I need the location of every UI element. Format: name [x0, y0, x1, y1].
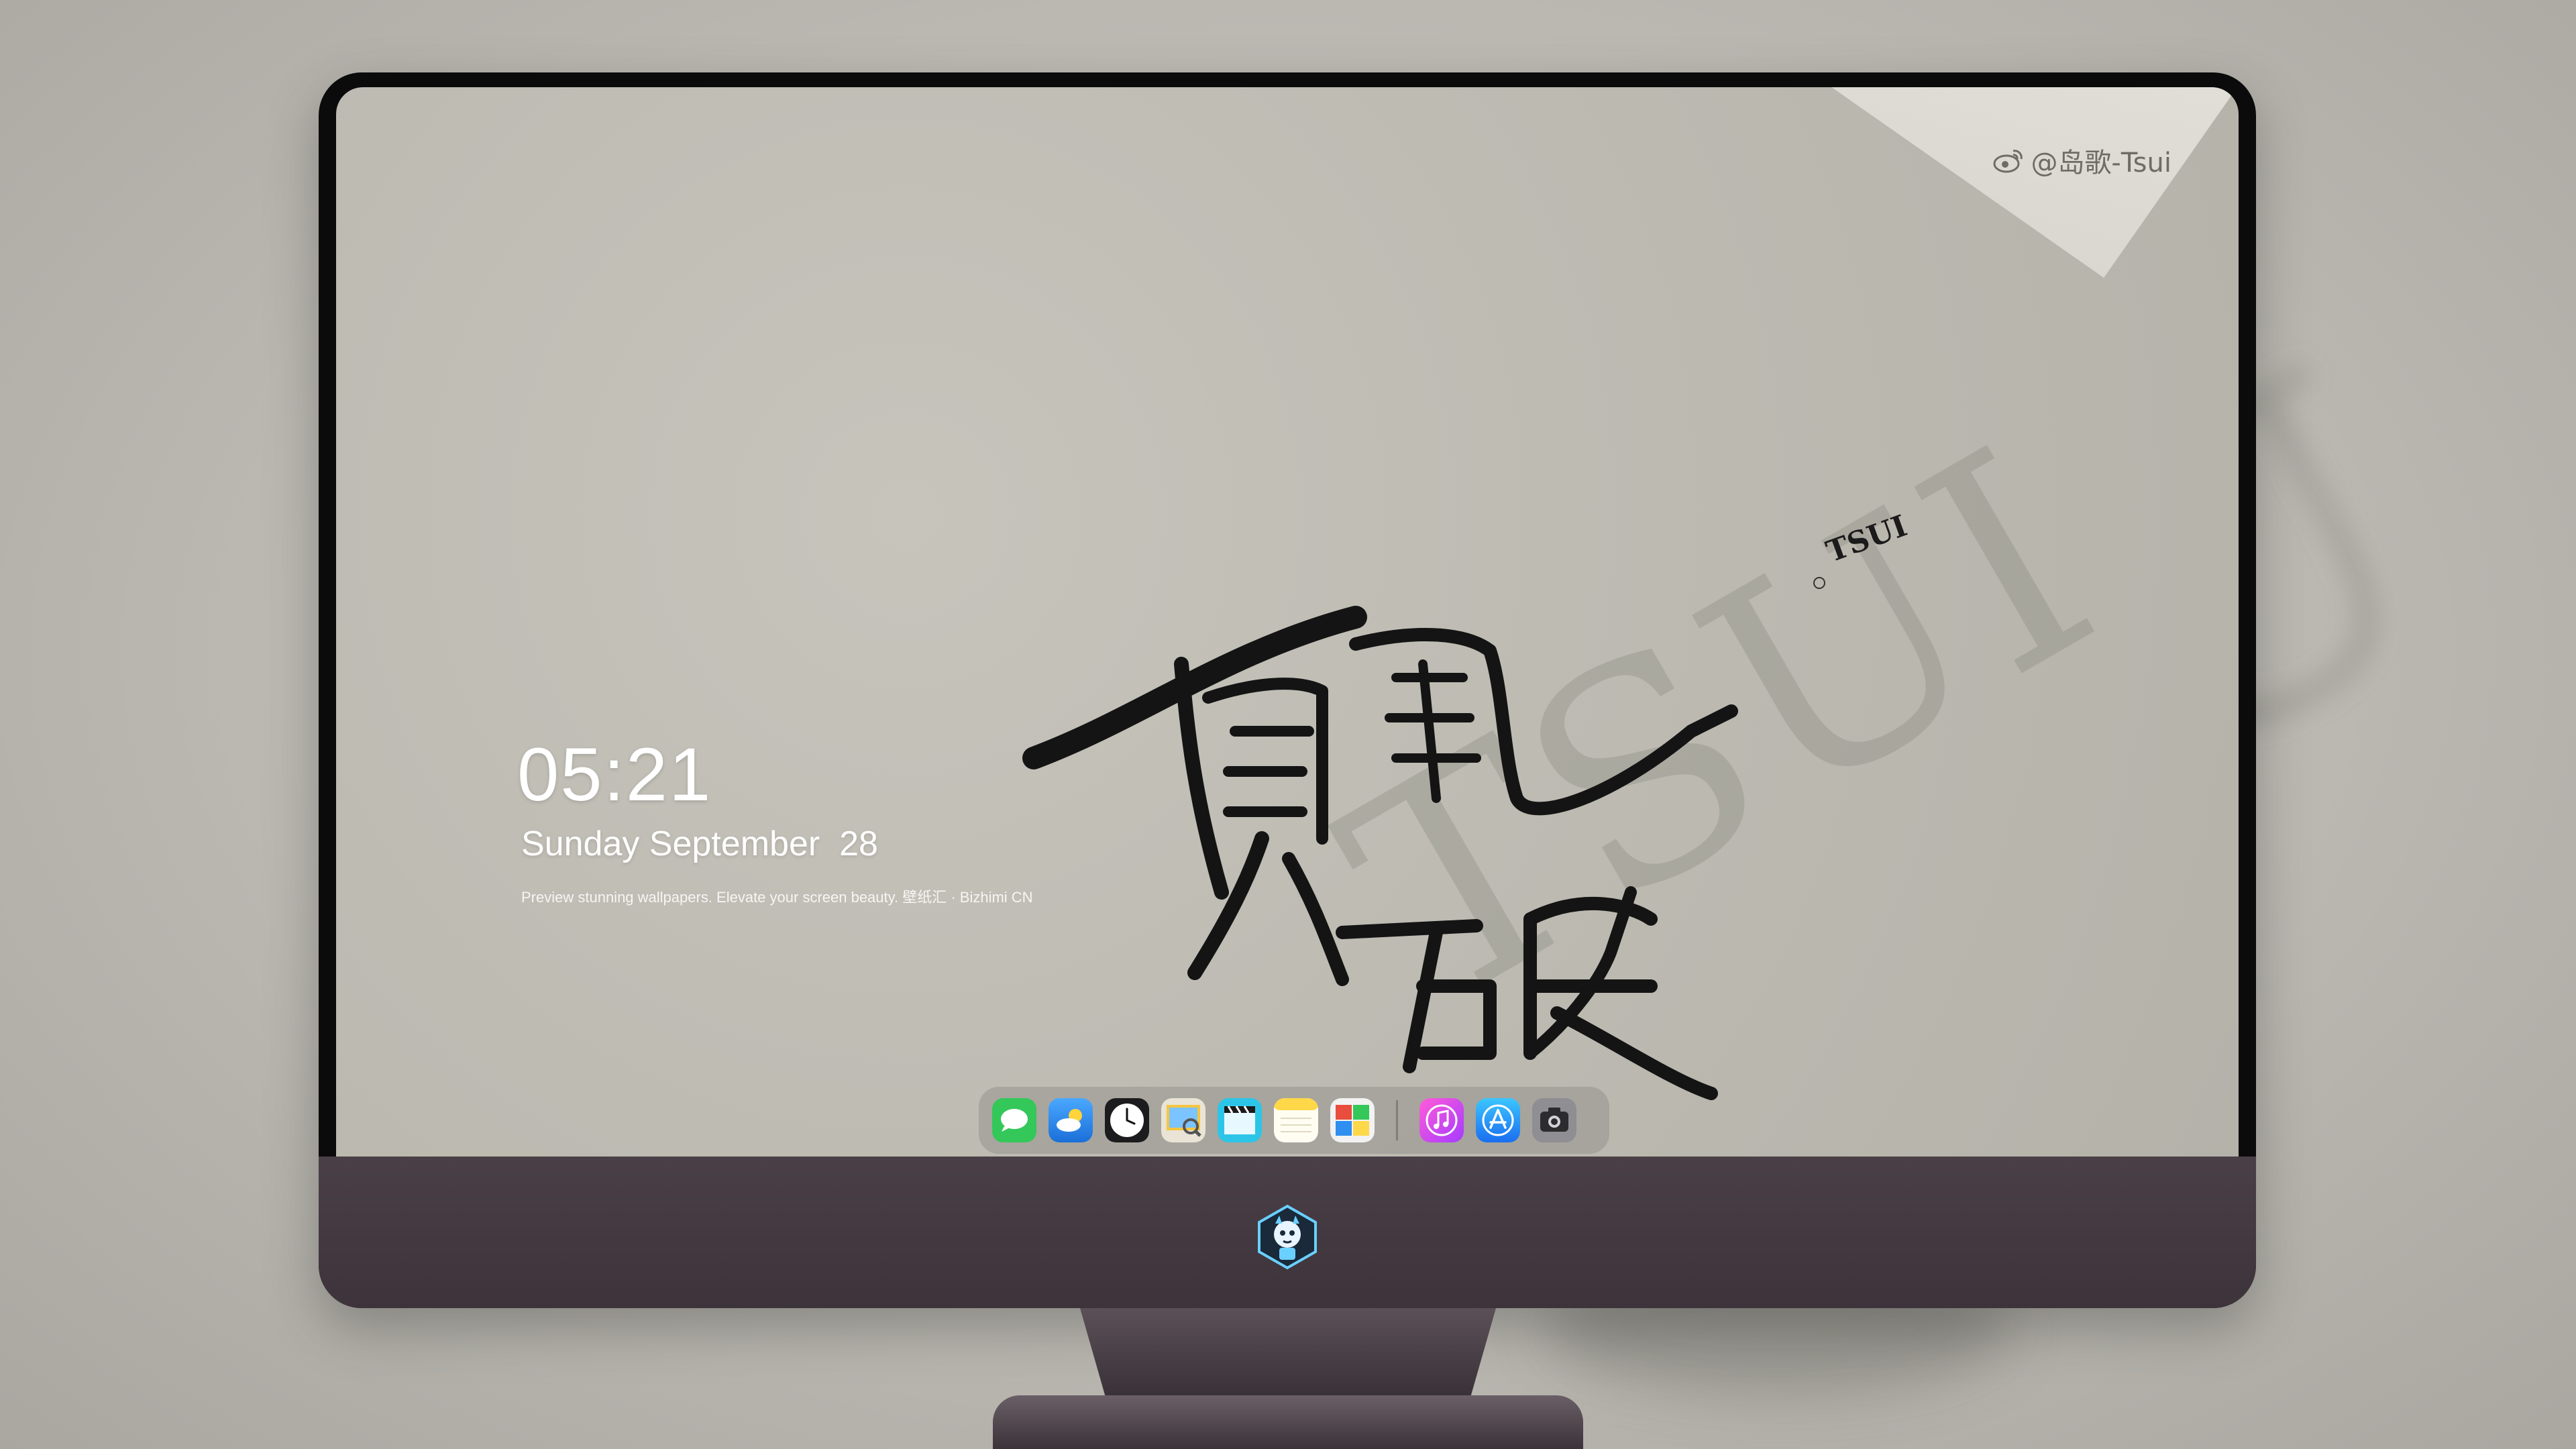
mascot-logo-icon: [1258, 1204, 1317, 1270]
lock-clock: 05:21: [517, 733, 712, 816]
preview-icon[interactable]: [1161, 1098, 1205, 1142]
app-store-icon[interactable]: [1476, 1098, 1520, 1142]
weibo-credit: @岛歌-Tsui: [1993, 141, 2171, 180]
dock-separator: [1396, 1100, 1398, 1140]
clock-icon[interactable]: [1105, 1098, 1149, 1142]
lock-screen: TSUI @岛歌-Tsui TSUI 05:21 Sunday Septembe…: [336, 87, 2239, 1157]
calligraphy-artwork: [1022, 606, 1738, 1100]
monitor-stand-neck: [1080, 1308, 1496, 1395]
weibo-handle-text: @岛歌-Tsui: [2031, 148, 2171, 178]
monitor: TSUI @岛歌-Tsui TSUI 05:21 Sunday Septembe…: [319, 72, 2256, 1308]
photo-booth-icon[interactable]: [1330, 1098, 1375, 1142]
weibo-icon: [1993, 150, 2023, 173]
notes-icon[interactable]: [1274, 1098, 1318, 1142]
final-cut-icon[interactable]: [1218, 1098, 1262, 1142]
paper-corner: [1794, 87, 2239, 278]
camera-icon[interactable]: [1532, 1098, 1576, 1142]
monitor-chin: [319, 1157, 2256, 1308]
weather-icon[interactable]: [1049, 1098, 1093, 1142]
lock-tagline: Preview stunning wallpapers. Elevate you…: [521, 889, 1033, 906]
monitor-stand-base: [993, 1395, 1583, 1449]
messages-icon[interactable]: [992, 1098, 1036, 1142]
lock-date: Sunday September 28: [521, 824, 878, 863]
itunes-icon[interactable]: [1419, 1098, 1464, 1142]
dock: [979, 1087, 1609, 1154]
